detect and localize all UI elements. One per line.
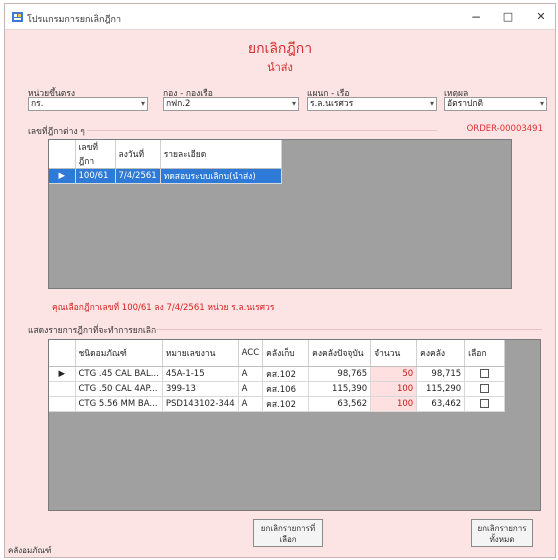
voucher-number[interactable]: 100/61 [75, 168, 116, 184]
item-acc[interactable]: A [238, 381, 264, 397]
selection-info: คุณเลือกฎีกาเลขที่ 100/61 ลง 7/4/2561 หน… [52, 303, 275, 313]
unit-select-value: กร. [31, 99, 44, 109]
row-header-corner [49, 140, 76, 169]
voucher-date[interactable]: 7/4/2561 [115, 168, 161, 184]
column-header[interactable]: รายละเอียด [160, 140, 282, 169]
column-header[interactable]: ชนิดอมภัณฑ์ [75, 340, 163, 367]
order-number: ORDER-00003491 [466, 124, 543, 134]
table-row[interactable]: CTG .50 CAL 4AP... 399-13 A คส.106 115,3… [49, 381, 506, 397]
divider [147, 329, 542, 330]
item-qty[interactable]: 100 [370, 381, 418, 397]
chevron-down-icon: ▾ [140, 99, 145, 108]
item-job[interactable]: PSD143102-344 [162, 396, 239, 412]
item-type[interactable]: CTG .45 CAL BAL... [75, 366, 163, 382]
item-remain[interactable]: 63,462 [416, 396, 466, 412]
item-remain[interactable]: 115,290 [416, 381, 466, 397]
page-title: ยกเลิกฎีกา [247, 41, 313, 57]
chevron-down-icon: ▾ [429, 99, 434, 108]
column-header[interactable]: จำนวน [370, 340, 418, 367]
division-select[interactable]: กฟก.2 ▾ [163, 97, 299, 111]
column-header[interactable]: หมายเลขงาน [162, 340, 239, 367]
row-header [49, 396, 76, 412]
item-store[interactable]: คส.102 [262, 366, 310, 382]
top-section-label: เลขที่ฎีกาต่าง ๆ [28, 127, 85, 137]
chevron-down-icon: ▾ [539, 99, 544, 108]
column-header[interactable]: คลังเก็บ [262, 340, 310, 367]
item-acc[interactable]: A [238, 396, 264, 412]
item-remain[interactable]: 98,715 [416, 366, 466, 382]
close-button[interactable]: ✕ [526, 7, 556, 27]
checkbox-icon [480, 368, 490, 378]
window-title: โปรแกรมการยกเลิกฎีกา [27, 15, 122, 25]
items-grid[interactable]: ชนิดอมภัณฑ์ หมายเลขงาน ACC คลังเก็บ คงคล… [48, 339, 541, 511]
app-icon [12, 12, 23, 22]
row-pointer-icon: ▶ [49, 168, 76, 184]
item-type[interactable]: CTG 5.56 MM BA... [75, 396, 163, 412]
dept-select-value: ร.ล.นเรศวร [310, 99, 354, 109]
table-row[interactable]: CTG 5.56 MM BA... PSD143102-344 A คส.102… [49, 396, 506, 412]
reason-select[interactable]: อัตราปกติ ▾ [444, 97, 547, 111]
item-store[interactable]: คส.106 [262, 381, 310, 397]
item-type[interactable]: CTG .50 CAL 4AP... [75, 381, 163, 397]
page-subtitle: นำส่ง [267, 61, 293, 74]
column-header[interactable]: เลือก [464, 340, 506, 367]
item-job[interactable]: 399-13 [162, 381, 239, 397]
row-header [49, 381, 76, 397]
voucher-grid[interactable]: เลขที่ฎีกา ลงวันที่ รายละเอียด ▶ 100/61 … [48, 139, 512, 289]
item-stock[interactable]: 63,562 [308, 396, 372, 412]
table-row[interactable]: ▶ CTG .45 CAL BAL... 45A-1-15 A คส.102 9… [49, 366, 506, 382]
checkbox-icon [480, 398, 490, 408]
maximize-button[interactable]: □ [493, 7, 523, 27]
column-header[interactable]: คงคลัง [416, 340, 466, 367]
reason-select-value: อัตราปกติ [447, 99, 484, 109]
row-pointer-icon: ▶ [49, 366, 76, 382]
checkbox-icon [480, 383, 490, 393]
item-qty[interactable]: 50 [370, 366, 418, 382]
chevron-down-icon: ▾ [291, 99, 296, 108]
voucher-detail[interactable]: ทดสอบระบบเลิกบ(นำส่ง) [160, 168, 282, 184]
bottom-section-label: แสดงรายการฎีกาที่จะทำการยกเลิก [28, 326, 157, 336]
row-header-corner [49, 340, 76, 367]
division-select-value: กฟก.2 [166, 99, 191, 109]
title-bar: โปรแกรมการยกเลิกฎีกา − □ ✕ [5, 4, 555, 30]
unit-select[interactable]: กร. ▾ [28, 97, 148, 111]
item-store[interactable]: คส.102 [262, 396, 310, 412]
item-acc[interactable]: A [238, 366, 264, 382]
dept-select[interactable]: ร.ล.นเรศวร ▾ [307, 97, 437, 111]
column-header[interactable]: เลขที่ฎีกา [75, 140, 116, 169]
status-bar: คลังอมภัณฑ์ [8, 546, 52, 555]
cancel-all-button[interactable]: ยกเลิกรายการทั้งหมด [471, 519, 533, 547]
column-header[interactable]: ACC [238, 340, 264, 367]
main-window: โปรแกรมการยกเลิกฎีกา − □ ✕ ยกเลิกฎีกา นำ… [4, 3, 556, 558]
divider [87, 130, 437, 131]
select-checkbox[interactable] [464, 396, 506, 412]
column-header[interactable]: คงคลังปัจจุบัน [308, 340, 372, 367]
item-stock[interactable]: 115,390 [308, 381, 372, 397]
column-header[interactable]: ลงวันที่ [115, 140, 161, 169]
select-checkbox[interactable] [464, 381, 506, 397]
item-job[interactable]: 45A-1-15 [162, 366, 239, 382]
table-row[interactable]: ▶ 100/61 7/4/2561 ทดสอบระบบเลิกบ(นำส่ง) [49, 168, 282, 184]
item-stock[interactable]: 98,765 [308, 366, 372, 382]
cancel-selected-button[interactable]: ยกเลิกรายการที่เลือก [253, 519, 323, 547]
minimize-button[interactable]: − [461, 7, 491, 27]
item-qty[interactable]: 100 [370, 396, 418, 412]
select-checkbox[interactable] [464, 366, 506, 382]
